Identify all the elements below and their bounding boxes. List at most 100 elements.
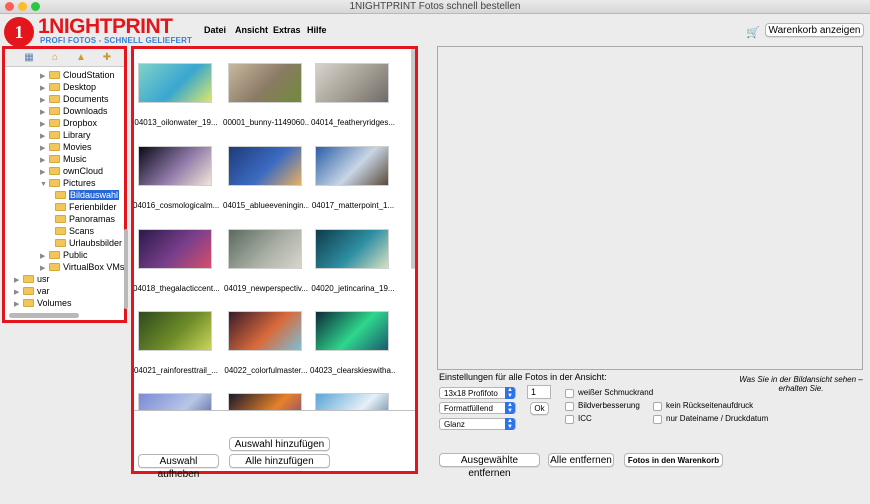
icc-label: ICC <box>578 414 592 423</box>
photo-thumbnail[interactable] <box>315 311 389 351</box>
folder-tree-item-label: Panoramas <box>69 214 116 224</box>
folder-tree-item[interactable]: Ferienbilder <box>55 201 117 213</box>
photo-thumbnail-label: 04016_cosmologicalm... <box>134 201 219 210</box>
folder-tree-item[interactable]: ▶ VirtualBox VMs <box>40 261 124 273</box>
filename-date-checkbox[interactable] <box>653 415 662 424</box>
folder-icon <box>55 238 66 247</box>
zoom-window-button[interactable] <box>31 2 40 11</box>
photo-thumbnail-label: 04021_rainforesttrail_... <box>134 366 219 375</box>
photo-thumbnail-label: 04018_thegalacticcent... <box>134 284 219 293</box>
folder-tree-item[interactable]: ▶ Desktop <box>40 81 96 93</box>
preview-hint: Was Sie in der Bildansicht sehen – erhal… <box>739 375 863 393</box>
folder-icon <box>55 214 66 223</box>
photo-thumbnail[interactable] <box>228 311 302 351</box>
folder-tree-item[interactable]: ▶ Library <box>40 129 91 141</box>
photo-thumbnail[interactable] <box>138 311 212 351</box>
photo-thumbnail[interactable] <box>228 63 302 103</box>
no-backprint-checkbox[interactable] <box>653 402 662 411</box>
remove-selected-button[interactable]: Ausgewählte entfernen <box>439 453 540 479</box>
chevron-down-icon[interactable]: ▼ <box>40 179 49 191</box>
folder-panel: ▦ ⌂ ▲ ✚ ▶ CloudStation ▶ Desktop ▶ Documents ▶… <box>2 46 128 323</box>
quantity-input[interactable]: 1 <box>527 385 551 399</box>
folder-up-icon[interactable]: ▲ <box>75 52 87 63</box>
folder-icon <box>49 70 60 79</box>
settings-title: Einstellungen für alle Fotos in der Ansi… <box>439 372 607 382</box>
enhance-checkbox[interactable] <box>565 402 574 411</box>
folder-tree-item[interactable]: ▶ ownCloud <box>40 165 103 177</box>
photo-thumbnail[interactable] <box>138 393 212 410</box>
show-cart-button[interactable]: Warenkorb anzeigen <box>765 23 864 37</box>
remove-all-button[interactable]: Alle entfernen <box>548 453 614 467</box>
folder-tree-item-label: Scans <box>69 226 95 236</box>
chevron-updown-icon: ▲ ▼ <box>505 418 515 430</box>
folder-tree-item[interactable]: ▼ Pictures <box>40 177 96 189</box>
photo-thumbnail-label: 04017_matterpoint_1... <box>311 201 395 210</box>
folder-tree-item[interactable]: ▶ Movies <box>40 141 92 153</box>
white-border-checkbox[interactable] <box>565 389 574 398</box>
folder-tree-item[interactable]: ▶ Downloads <box>40 105 108 117</box>
photo-thumbnail[interactable] <box>315 63 389 103</box>
close-window-button[interactable] <box>5 2 14 11</box>
thumbnail-grid: 04013_oilonwater_19... 00001_bunny-114906… <box>134 49 415 410</box>
photo-thumbnail[interactable] <box>315 229 389 269</box>
folder-tree-item[interactable]: Scans <box>55 225 94 237</box>
folder-icon <box>49 178 60 187</box>
menu-ansicht[interactable]: Ansicht <box>235 25 268 35</box>
folder-tree-horizontal-scrollbar[interactable] <box>9 313 79 318</box>
thumbnail-panel: 04013_oilonwater_19... 00001_bunny-114906… <box>131 46 418 480</box>
folder-tree-item[interactable]: ▶ usr <box>14 273 50 285</box>
folder-tree-item[interactable]: ▶ CloudStation <box>40 69 115 81</box>
photo-thumbnail[interactable] <box>228 393 302 410</box>
folder-tree-item[interactable]: Panoramas <box>55 213 115 225</box>
folder-tree-item[interactable]: ▶ var <box>14 285 50 297</box>
icc-checkbox[interactable] <box>565 415 574 424</box>
folder-tree-item-label: Dropbox <box>63 118 98 128</box>
deselect-button[interactable]: Auswahl aufheben <box>138 454 219 480</box>
computer-icon[interactable]: ▦ <box>23 52 35 63</box>
add-to-cart-button[interactable]: Fotos in den Warenkorb <box>624 453 723 467</box>
folder-icon <box>49 166 60 175</box>
add-selection-button[interactable]: Auswahl hinzufügen <box>229 437 330 451</box>
folder-tree-item[interactable]: ▶ Volumes <box>14 297 72 309</box>
photo-thumbnail[interactable] <box>315 146 389 186</box>
cart-icon: 🛒 <box>746 27 760 39</box>
window-title: 1NIGHTPRINT Fotos schnell bestellen <box>349 1 521 12</box>
folder-icon <box>49 262 60 271</box>
chevron-right-icon[interactable]: ▶ <box>14 299 23 311</box>
white-border-label: weißer Schmuckrand <box>578 388 654 397</box>
photo-thumbnail[interactable] <box>228 229 302 269</box>
folder-tree-vertical-scrollbar[interactable] <box>124 229 128 309</box>
menu-datei[interactable]: Datei <box>204 25 226 35</box>
photo-thumbnail[interactable] <box>138 229 212 269</box>
folder-toolbar: ▦ ⌂ ▲ ✚ <box>5 49 124 67</box>
photo-thumbnail[interactable] <box>315 393 389 410</box>
menu-hilfe[interactable]: Hilfe <box>307 25 327 35</box>
format-select-value: 13x18 Profifoto <box>444 389 498 398</box>
add-all-button[interactable]: Alle hinzufügen <box>229 454 330 468</box>
folder-tree-item[interactable]: Urlaubsbilder <box>55 237 122 249</box>
home-icon[interactable]: ⌂ <box>49 52 61 63</box>
photo-thumbnail[interactable] <box>228 146 302 186</box>
folder-tree-item-label: Public <box>63 250 88 260</box>
thumbnail-grid-scrollbar[interactable] <box>411 49 415 269</box>
menu-extras[interactable]: Extras <box>273 25 301 35</box>
folder-tree-item[interactable]: Bildauswahl <box>55 189 120 201</box>
new-folder-icon[interactable]: ✚ <box>101 52 113 63</box>
format-select[interactable]: 13x18 Profifoto ▲ ▼ <box>439 387 516 399</box>
folder-tree-item[interactable]: ▶ Public <box>40 249 88 261</box>
folder-tree-item-label: Volumes <box>37 298 72 308</box>
no-backprint-label: kein Rückseitenaufdruck <box>666 401 754 410</box>
folder-icon <box>55 226 66 235</box>
folder-tree-item[interactable]: ▶ Music <box>40 153 87 165</box>
minimize-window-button[interactable] <box>18 2 27 11</box>
photo-thumbnail[interactable] <box>138 146 212 186</box>
folder-tree-item[interactable]: ▶ Dropbox <box>40 117 97 129</box>
folder-icon <box>49 82 60 91</box>
folder-tree-item-label: Desktop <box>63 82 97 92</box>
ok-button[interactable]: Ok <box>530 402 549 415</box>
surface-select[interactable]: Glanz ▲ ▼ <box>439 418 516 430</box>
fit-select[interactable]: Formatfüllend ▲ ▼ <box>439 402 516 414</box>
photo-thumbnail[interactable] <box>138 63 212 103</box>
photo-thumbnail-label: 04022_colorfulmaster... <box>224 366 308 375</box>
folder-tree-item[interactable]: ▶ Documents <box>40 93 109 105</box>
